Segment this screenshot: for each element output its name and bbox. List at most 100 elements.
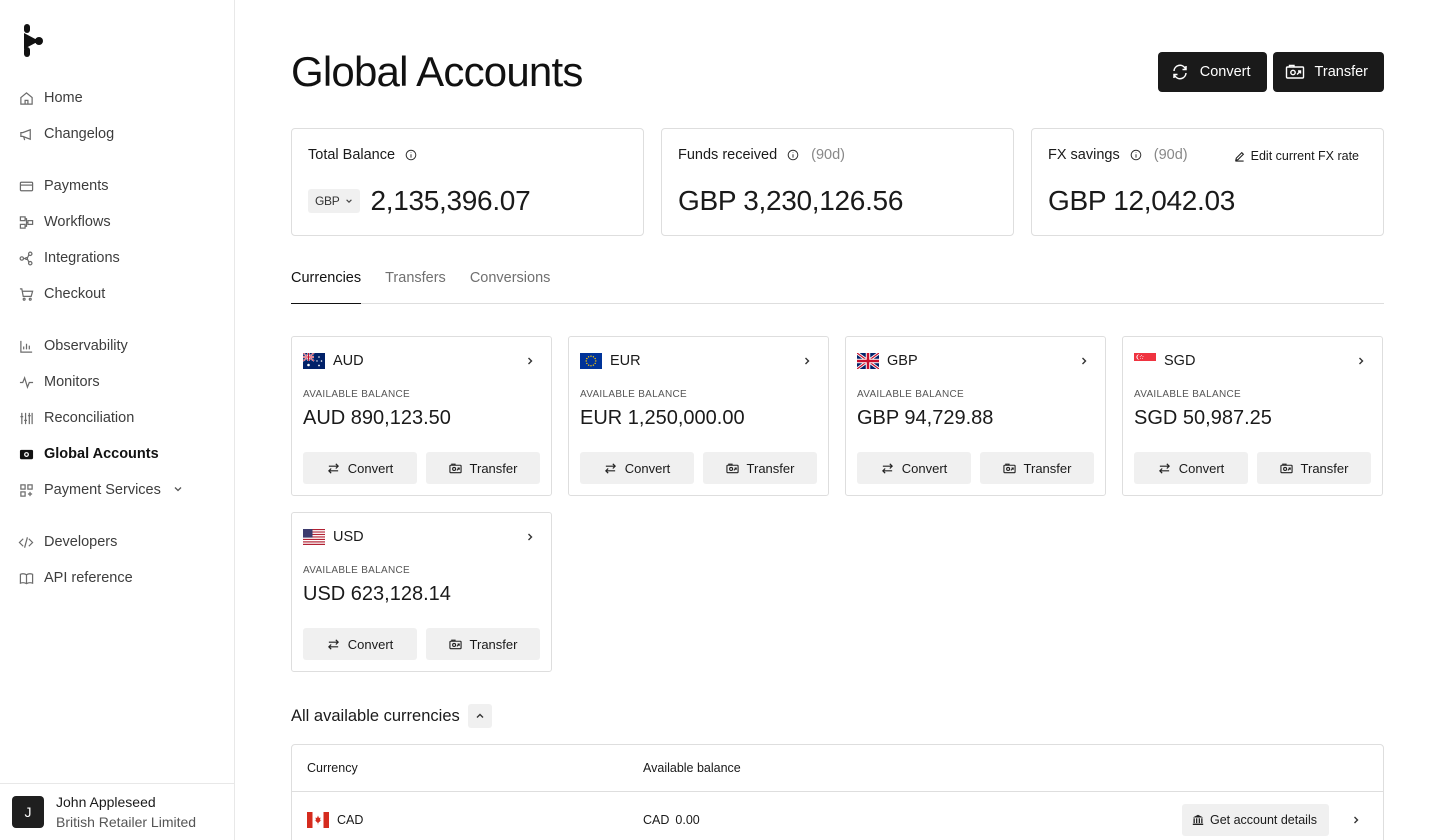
grid-icon — [18, 482, 34, 498]
table-row[interactable]: CAD CAD 0.00 Get account details — [292, 792, 1383, 840]
chevron-down-icon[interactable] — [173, 484, 183, 497]
user-profile[interactable]: J John Appleseed British Retailer Limite… — [0, 783, 234, 840]
card-convert-button[interactable]: Convert — [303, 452, 417, 484]
convert-icon — [1173, 64, 1187, 80]
workflow-icon — [18, 214, 34, 230]
currency-card-eur[interactable]: EUR AVAILABLE BALANCE EUR 1,250,000.00 C… — [568, 336, 829, 496]
sidebar-item-changelog[interactable]: Changelog — [0, 116, 234, 152]
card-convert-label: Convert — [1178, 460, 1225, 476]
cart-icon — [18, 286, 34, 302]
stat-value: GBP 12,042.03 — [1048, 185, 1236, 216]
card-currency-code: EUR — [610, 353, 641, 369]
sidebar-nav: Home Changelog Payments Workflows Integr… — [0, 80, 234, 612]
bank-icon — [1192, 814, 1204, 825]
stats-row: Total Balance GBP 2,135,396.07 Funds rec… — [291, 128, 1384, 236]
chevron-down-icon — [346, 199, 353, 203]
transfer-icon — [448, 639, 462, 649]
transfer-icon — [1279, 463, 1293, 473]
sidebar-item-payment-services[interactable]: Payment Services — [0, 472, 234, 508]
sidebar-item-developers[interactable]: Developers — [0, 524, 234, 560]
card-transfer-label: Transfer — [469, 636, 518, 652]
home-icon — [18, 90, 34, 106]
transfer-icon — [448, 463, 462, 473]
sidebar-item-label: Developers — [44, 534, 118, 550]
stat-label: Total Balance — [308, 147, 396, 163]
sidebar-item-global-accounts[interactable]: Global Accounts — [0, 436, 234, 472]
convert-button[interactable]: Convert — [1157, 52, 1267, 92]
stat-value: GBP 3,230,126.56 — [678, 185, 904, 216]
flag-eur-icon — [580, 353, 602, 369]
brand-logo[interactable] — [20, 22, 46, 58]
edit-fx-rate-link[interactable]: Edit current FX rate — [1234, 149, 1359, 163]
chevron-right-icon[interactable] — [1356, 353, 1366, 369]
user-name: John Appleseed — [56, 794, 156, 810]
card-convert-button[interactable]: Convert — [857, 452, 971, 484]
card-convert-label: Convert — [624, 460, 671, 476]
card-convert-button[interactable]: Convert — [303, 628, 417, 660]
sidebar-item-observability[interactable]: Observability — [0, 328, 234, 364]
card-transfer-button[interactable]: Transfer — [980, 452, 1094, 484]
available-balance-label: AVAILABLE BALANCE — [1134, 389, 1241, 400]
info-icon[interactable] — [405, 149, 417, 161]
card-transfer-button[interactable]: Transfer — [1257, 452, 1371, 484]
sidebar-item-label: Payments — [44, 178, 109, 194]
stat-label: Funds received — [678, 147, 778, 163]
card-transfer-button[interactable]: Transfer — [703, 452, 817, 484]
megaphone-icon — [18, 126, 34, 142]
page-title: Global Accounts — [291, 48, 583, 95]
currency-card-sgd[interactable]: SGD AVAILABLE BALANCE SGD 50,987.25 Conv… — [1122, 336, 1383, 496]
tab-currencies[interactable]: Currencies — [291, 266, 362, 304]
sidebar-item-label: Global Accounts — [44, 446, 159, 462]
sidebar-item-integrations[interactable]: Integrations — [0, 240, 234, 276]
currency-card-aud[interactable]: AUD AVAILABLE BALANCE AUD 890,123.50 Con… — [291, 336, 552, 496]
card-transfer-button[interactable]: Transfer — [426, 628, 540, 660]
card-convert-button[interactable]: Convert — [1134, 452, 1248, 484]
card-transfer-label: Transfer — [1300, 460, 1349, 476]
available-balance-label: AVAILABLE BALANCE — [857, 389, 964, 400]
currency-select[interactable]: GBP — [308, 189, 361, 213]
sidebar-item-payments[interactable]: Payments — [0, 168, 234, 204]
chevron-right-icon[interactable] — [802, 353, 812, 369]
sidebar-item-workflows[interactable]: Workflows — [0, 204, 234, 240]
sidebar-item-home[interactable]: Home — [0, 80, 234, 116]
chevron-right-icon[interactable] — [1079, 353, 1089, 369]
column-header-currency: Currency — [307, 761, 358, 775]
tab-transfers[interactable]: Transfers — [385, 266, 446, 304]
card-transfer-button[interactable]: Transfer — [426, 452, 540, 484]
collapse-button[interactable] — [467, 704, 492, 728]
swap-icon — [327, 638, 339, 650]
card-header: USD — [303, 527, 535, 547]
sidebar: Home Changelog Payments Workflows Integr… — [0, 0, 235, 840]
currency-card-gbp[interactable]: GBP AVAILABLE BALANCE GBP 94,729.88 Conv… — [845, 336, 1106, 496]
sidebar-item-checkout[interactable]: Checkout — [0, 276, 234, 312]
sidebar-item-monitors[interactable]: Monitors — [0, 364, 234, 400]
sidebar-item-label: Reconciliation — [44, 410, 135, 426]
card-header: AUD — [303, 351, 535, 371]
flag-gbp-icon — [857, 353, 879, 369]
get-account-details-button[interactable]: Get account details — [1181, 804, 1329, 836]
card-convert-label: Convert — [347, 460, 394, 476]
flag-usd-icon — [303, 529, 325, 545]
available-balance-label: AVAILABLE BALANCE — [580, 389, 687, 400]
info-icon[interactable] — [1130, 149, 1142, 161]
pulse-icon — [18, 374, 34, 390]
swap-icon — [604, 462, 616, 474]
currency-card-usd[interactable]: USD AVAILABLE BALANCE USD 623,128.14 Con… — [291, 512, 552, 672]
info-icon[interactable] — [787, 149, 799, 161]
card-currency-code: GBP — [887, 353, 918, 369]
tab-conversions[interactable]: Conversions — [470, 266, 551, 304]
card-convert-button[interactable]: Convert — [580, 452, 694, 484]
card-balance: SGD 50,987.25 — [1134, 407, 1272, 429]
book-icon — [18, 570, 34, 586]
card-actions: Convert Transfer — [303, 628, 540, 660]
chevron-right-icon[interactable] — [1329, 812, 1383, 828]
transfer-button[interactable]: Transfer — [1272, 52, 1384, 92]
chevron-right-icon[interactable] — [525, 529, 535, 545]
sidebar-item-api-reference[interactable]: API reference — [0, 560, 234, 596]
chevron-right-icon[interactable] — [525, 353, 535, 369]
transfer-icon — [1285, 64, 1304, 79]
swap-icon — [881, 462, 893, 474]
sidebar-item-reconciliation[interactable]: Reconciliation — [0, 400, 234, 436]
swap-icon — [327, 462, 339, 474]
sidebar-item-label: Workflows — [44, 214, 111, 230]
